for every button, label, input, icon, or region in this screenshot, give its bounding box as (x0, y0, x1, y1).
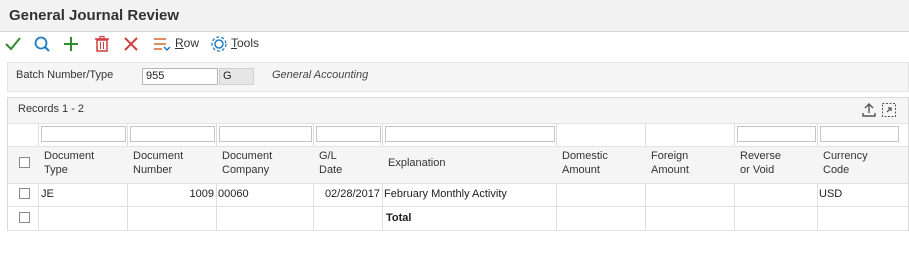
row-select-checkbox[interactable] (19, 188, 30, 199)
qbe-currency-code[interactable] (820, 126, 899, 142)
row-menu-accesskey: R (175, 36, 184, 50)
col-header-line2: Type (44, 164, 68, 176)
table-row[interactable]: JE 1009 00060 02/28/2017 February Monthl… (8, 183, 908, 207)
header-panel: Batch Number/Type 955 G General Accounti… (7, 62, 909, 92)
export-upload-icon[interactable] (861, 102, 877, 118)
qbe-reverse-or-void[interactable] (737, 126, 816, 142)
col-header-document-company[interactable]: Document Company (222, 149, 272, 177)
qbe-document-company[interactable] (219, 126, 312, 142)
col-header-line1: Reverse (740, 150, 781, 162)
title-bar: General Journal Review (0, 0, 909, 32)
cell-total-label: Total (386, 212, 412, 224)
row-menu-button[interactable]: Row (175, 36, 199, 50)
qbe-explanation[interactable] (385, 126, 555, 142)
batch-type-description: General Accounting (272, 69, 369, 81)
find-search-icon[interactable] (32, 34, 52, 54)
select-all-checkbox[interactable] (19, 157, 30, 168)
grid-header-bar: Records 1 - 2 (8, 98, 908, 124)
page-title: General Journal Review (9, 7, 180, 24)
qbe-gl-date[interactable] (316, 126, 381, 142)
col-header-line2: Amount (562, 164, 600, 176)
col-header-foreign-amount[interactable]: Foreign Amount (651, 149, 689, 177)
qbe-document-type[interactable] (41, 126, 126, 142)
qbe-document-number[interactable] (130, 126, 215, 142)
row-select-checkbox[interactable] (19, 212, 30, 223)
table-total-row: Total (8, 207, 908, 231)
col-header-explanation[interactable]: Explanation (388, 156, 446, 170)
row-menu-label-rest: ow (183, 36, 200, 50)
col-header-line2: Date (319, 164, 343, 176)
col-header-line1: Document (222, 150, 273, 162)
col-header-line1: Document (133, 150, 184, 162)
col-header-line2: Code (823, 164, 850, 176)
ok-checkmark-icon[interactable] (3, 34, 23, 54)
col-header-line1: G/L (319, 150, 337, 162)
tools-gear-icon[interactable] (209, 34, 229, 54)
col-header-currency-code[interactable]: Currency Code (823, 149, 868, 177)
tools-menu-button[interactable]: Tools (231, 36, 259, 50)
journal-grid: Records 1 - 2 Document Type Document Numbe… (7, 97, 909, 231)
col-header-line1: Explanation (388, 157, 446, 169)
col-header-line2: Number (133, 164, 173, 176)
add-plus-icon[interactable] (61, 34, 81, 54)
batch-type-field: G (219, 68, 254, 85)
col-header-document-type[interactable]: Document Type (44, 149, 94, 177)
col-header-line1: Foreign (651, 150, 689, 162)
cell-document-type: JE (41, 188, 54, 200)
col-header-reverse-or-void[interactable]: Reverse or Void (740, 149, 781, 177)
cell-gl-date: 02/28/2017 (324, 188, 380, 200)
batch-number-type-label: Batch Number/Type (16, 69, 114, 81)
col-header-line1: Currency (823, 150, 868, 162)
cell-document-company: 00060 (218, 188, 249, 200)
records-count: Records 1 - 2 (18, 103, 85, 115)
col-header-domestic-amount[interactable]: Domestic Amount (562, 149, 608, 177)
cell-currency-code: USD (819, 188, 843, 200)
toolbar: Row Tools (0, 32, 909, 56)
col-header-line1: Document (44, 150, 95, 162)
col-header-document-number[interactable]: Document Number (133, 149, 183, 177)
col-header-gl-date[interactable]: G/L Date (319, 149, 342, 177)
cancel-x-icon[interactable] (121, 34, 141, 54)
tools-menu-label-rest: ools (237, 36, 260, 50)
cell-document-number: 1009 (189, 188, 214, 200)
col-header-line2: Company (222, 164, 270, 176)
delete-trash-icon[interactable] (92, 34, 112, 54)
batch-number-field[interactable]: 955 (142, 68, 218, 85)
col-header-line2: or Void (740, 164, 775, 176)
col-header-line2: Amount (651, 164, 689, 176)
col-header-line1: Domestic (562, 150, 608, 162)
row-menu-icon[interactable] (152, 34, 172, 54)
maximize-grid-icon[interactable] (881, 102, 897, 118)
cell-explanation: February Monthly Activity (384, 188, 507, 200)
